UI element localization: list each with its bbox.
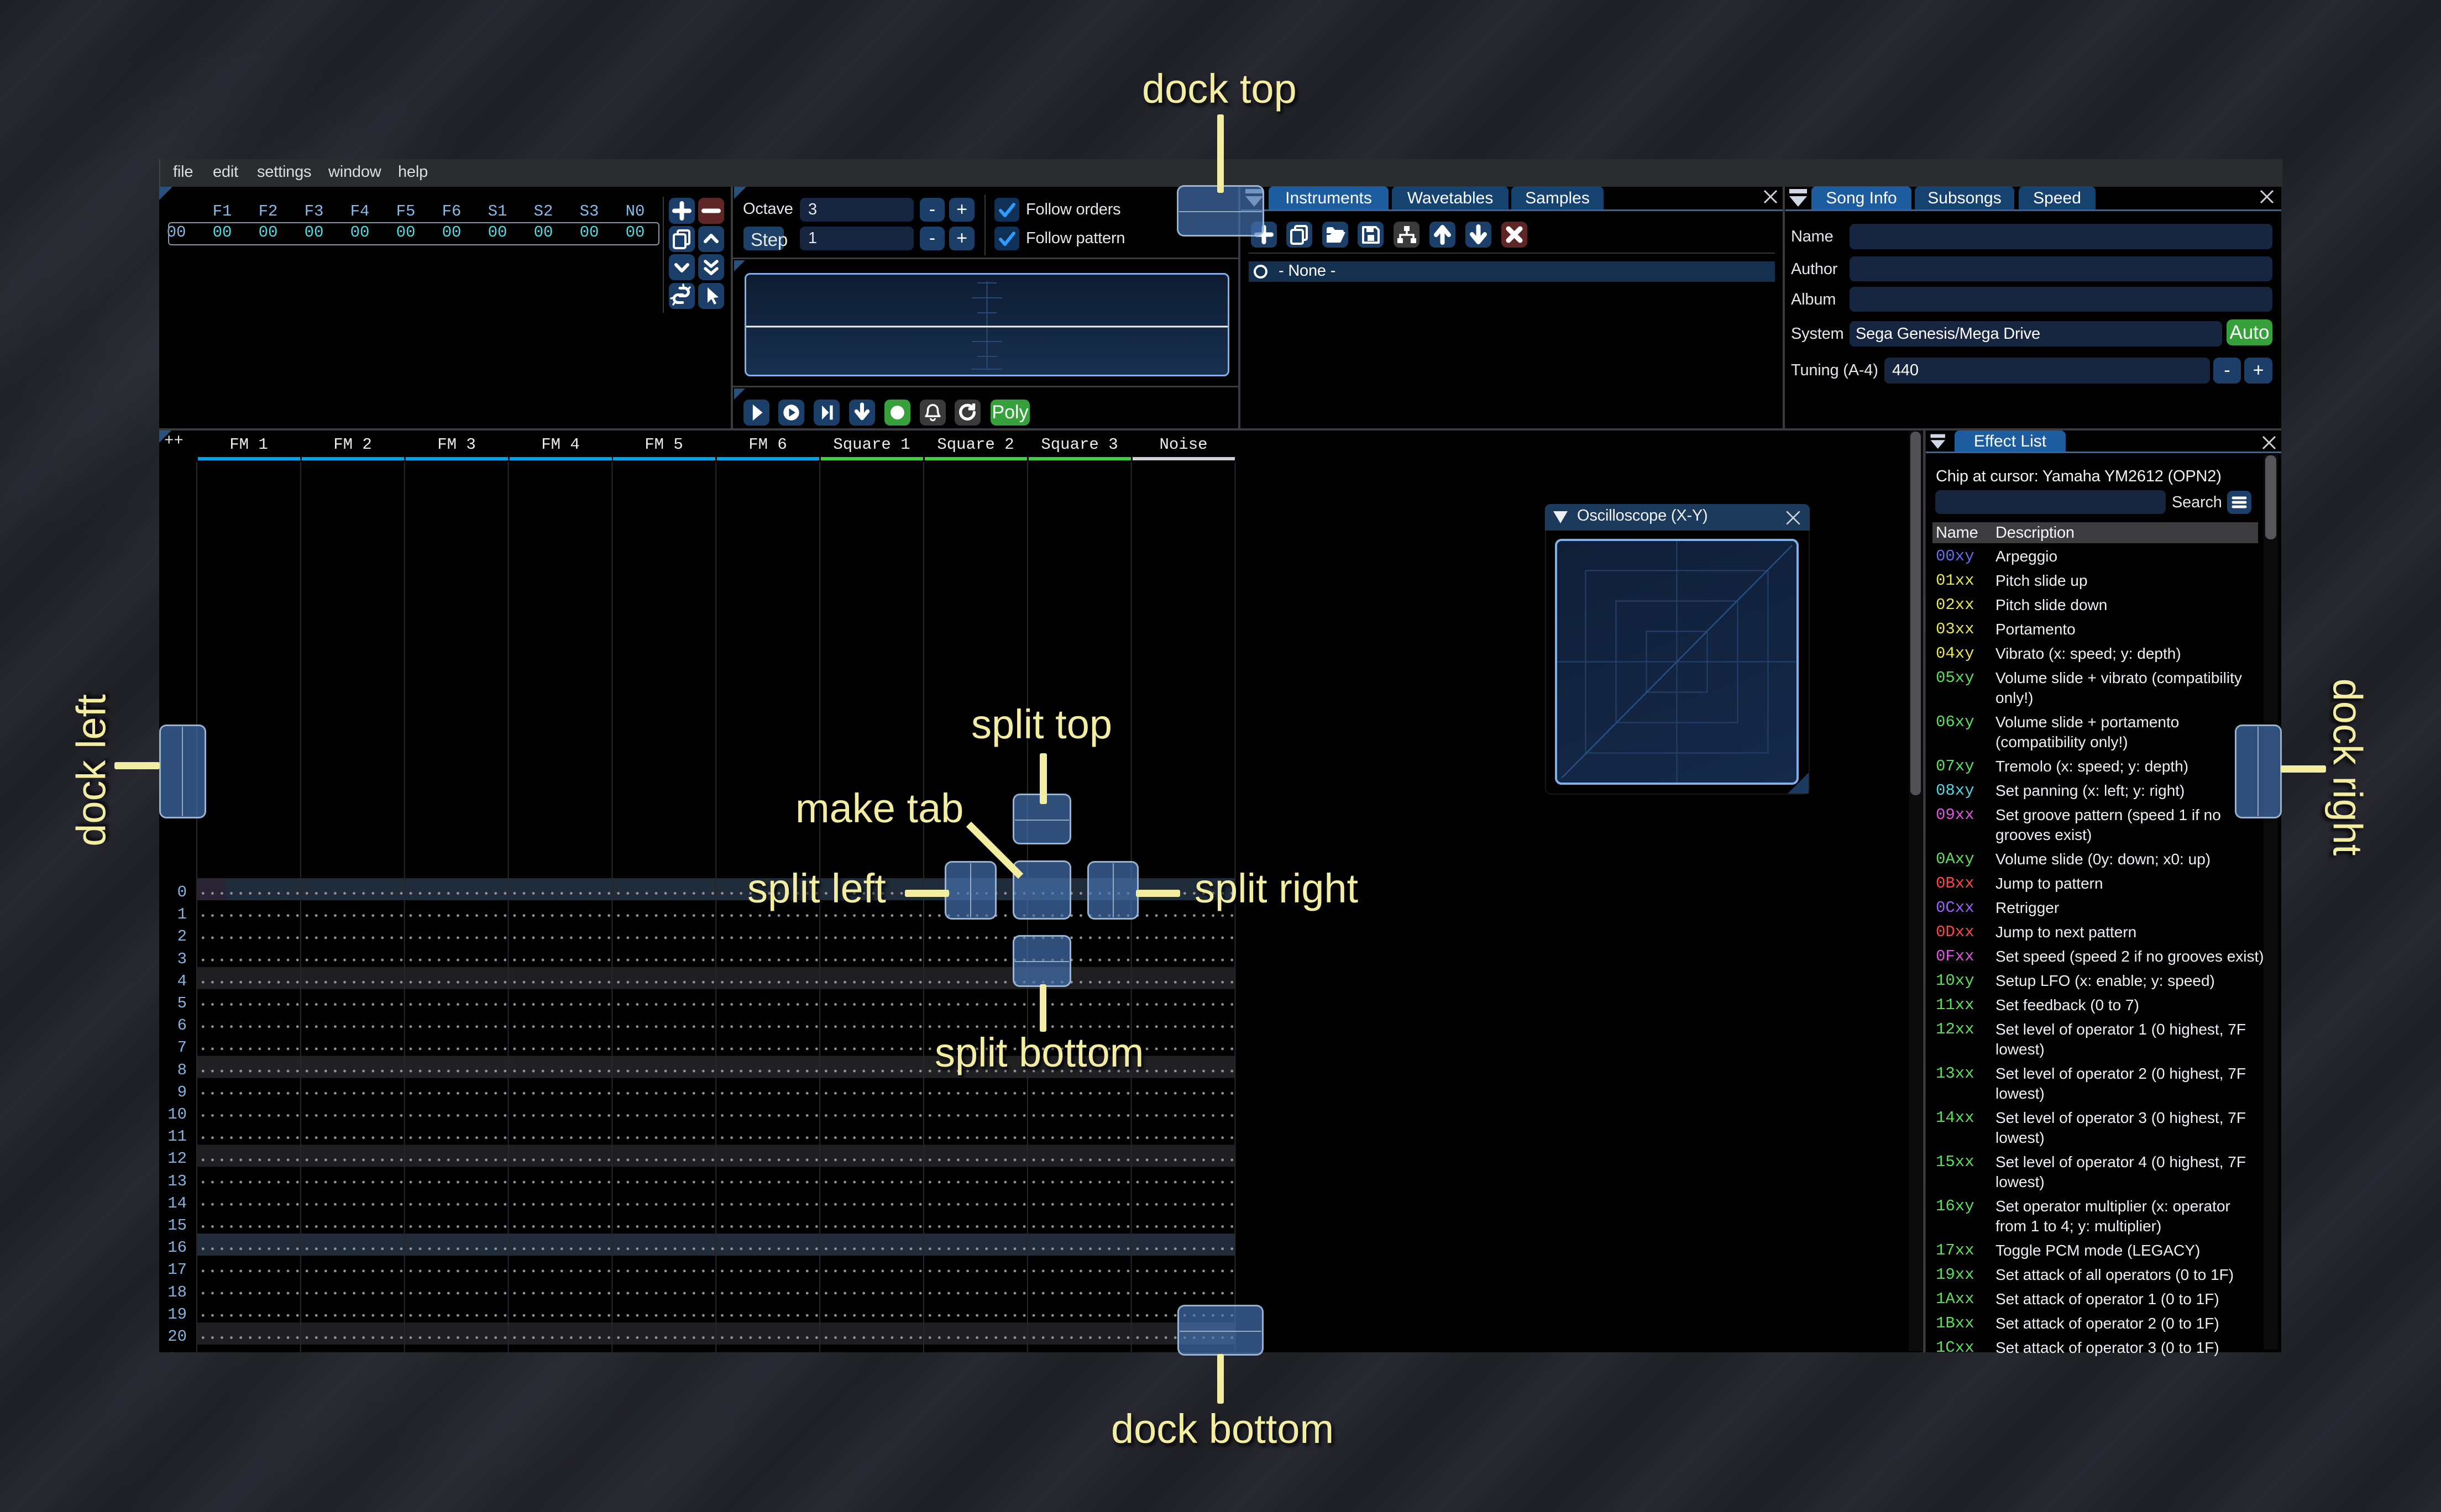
svg-text:12: 12 [167, 1149, 187, 1168]
svg-text:8: 8 [177, 1061, 187, 1079]
svg-text:4: 4 [177, 972, 187, 990]
svg-text:18: 18 [167, 1283, 187, 1301]
svg-text:21: 21 [167, 1350, 187, 1352]
svg-text:17: 17 [167, 1261, 187, 1279]
svg-text:13: 13 [167, 1172, 187, 1190]
svg-text:3: 3 [177, 950, 187, 968]
svg-text:10: 10 [167, 1105, 187, 1124]
svg-text:20: 20 [167, 1327, 187, 1346]
svg-text:6: 6 [177, 1016, 187, 1035]
svg-text:5: 5 [177, 994, 187, 1012]
svg-text:0: 0 [177, 883, 187, 901]
svg-text:11: 11 [167, 1127, 187, 1146]
svg-text:1: 1 [177, 905, 187, 923]
svg-text:7: 7 [177, 1038, 187, 1057]
svg-text:14: 14 [167, 1194, 187, 1212]
svg-text:9: 9 [177, 1083, 187, 1101]
svg-text:16: 16 [167, 1238, 187, 1257]
svg-text:15: 15 [167, 1216, 187, 1235]
svg-text:19: 19 [167, 1305, 187, 1324]
svg-text:2: 2 [177, 927, 187, 946]
